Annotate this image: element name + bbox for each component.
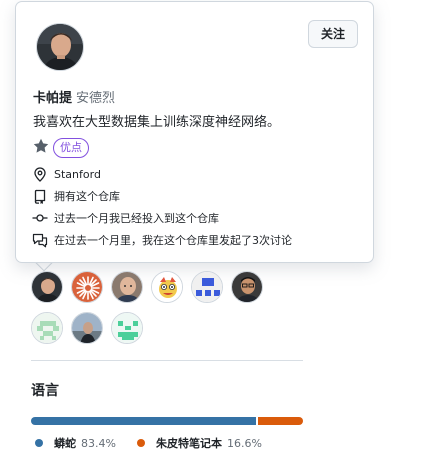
owns-repo-row: 拥有这个仓库 xyxy=(32,187,120,205)
contributor-avatar[interactable] xyxy=(111,312,143,344)
language-percent: 16.6% xyxy=(227,436,262,450)
user-hovercard: 关注 卡帕提 安德烈 我喜欢在大型数据集上训练深度神经网络。 优点 Stanfor… xyxy=(15,1,374,263)
language-item-jupyter[interactable]: 朱皮特笔记本 16.6% xyxy=(137,435,262,451)
contributor-avatar[interactable] xyxy=(71,271,103,303)
location-row: Stanford xyxy=(32,165,101,183)
user-display-name[interactable]: 卡帕提 xyxy=(33,91,72,106)
location-text: Stanford xyxy=(54,167,101,181)
commit-icon xyxy=(32,210,48,226)
discussions-text: 在过去一个月里，我在这个仓库里发起了3次讨论 xyxy=(54,234,292,247)
language-item-python[interactable]: 蟒蛇 83.4% xyxy=(35,435,116,451)
contributor-avatar[interactable] xyxy=(31,271,63,303)
contributor-avatar[interactable] xyxy=(231,271,263,303)
location-icon xyxy=(32,166,48,182)
user-name-row: 卡帕提 安德烈 xyxy=(33,87,115,106)
star-icon xyxy=(33,138,49,158)
committed-text: 过去一个月我已经投入到这个仓库 xyxy=(54,212,219,225)
language-color-dot xyxy=(137,439,145,447)
committed-row: 过去一个月我已经投入到这个仓库 xyxy=(32,209,219,227)
owns-repo-text: 拥有这个仓库 xyxy=(54,190,120,203)
contributor-avatar[interactable] xyxy=(111,271,143,303)
languages-heading: 语言 xyxy=(31,383,59,399)
contributor-avatar[interactable] xyxy=(151,271,183,303)
pro-badge[interactable]: 优点 xyxy=(53,138,89,158)
discussions-row: 在过去一个月里，我在这个仓库里发起了3次讨论 xyxy=(32,231,292,249)
repo-icon xyxy=(32,188,48,204)
avatar[interactable] xyxy=(36,23,84,71)
language-percent: 83.4% xyxy=(81,436,116,450)
contributor-avatar[interactable] xyxy=(71,312,103,344)
language-name: 朱皮特笔记本 xyxy=(156,437,222,450)
language-bar-segment[interactable] xyxy=(258,417,303,425)
language-bar-segment[interactable] xyxy=(31,417,257,425)
follow-button[interactable]: 关注 xyxy=(308,20,358,48)
language-name: 蟒蛇 xyxy=(54,437,76,450)
language-bar xyxy=(31,417,303,425)
contributor-avatar[interactable] xyxy=(31,312,63,344)
user-login[interactable]: 安德烈 xyxy=(76,91,115,106)
discussion-icon xyxy=(32,232,48,248)
section-divider xyxy=(31,360,303,361)
achievement-row: 优点 xyxy=(33,138,89,158)
contributor-avatar[interactable] xyxy=(191,271,223,303)
user-bio: 我喜欢在大型数据集上训练深度神经网络。 xyxy=(33,115,281,130)
language-color-dot xyxy=(35,439,43,447)
